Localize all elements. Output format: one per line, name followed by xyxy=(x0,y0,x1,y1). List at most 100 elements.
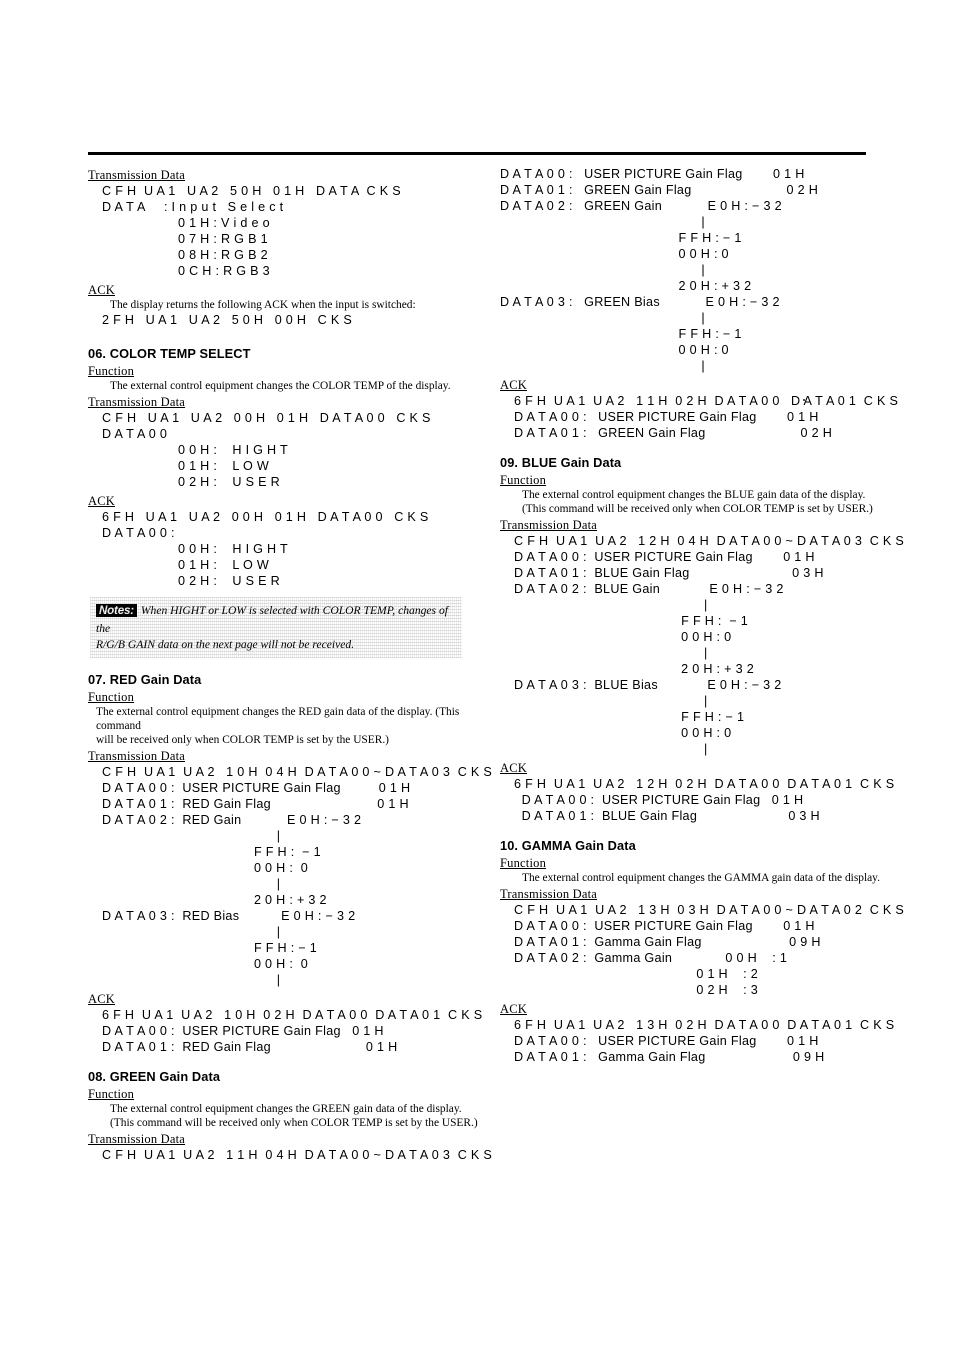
ack-line-07-1: D A T A 0 0 : USER PICTURE Gain Flag 0 1… xyxy=(102,1023,384,1038)
tx-line-09-0: C F H U A 1 U A 2 1 2 H 0 4 H D A T A 0 … xyxy=(514,534,905,548)
tx-line-06-3: 0 1 H : L O W xyxy=(102,459,270,473)
note-box: Notes: When HIGHT or LOW is selected wit… xyxy=(90,597,462,658)
tx-line-08c-14: | xyxy=(500,359,705,373)
function-desc-08-line2: (This command will be received only when… xyxy=(110,1116,478,1129)
section-heading-07: 07. RED Gain Data xyxy=(88,671,202,687)
left-column: Transmission Data C F H U A 1 U A 2 5 0 … xyxy=(88,168,492,1163)
header-rule xyxy=(88,152,866,155)
tx-line-09-7: F F H : − 1 xyxy=(514,614,749,628)
ack-line-06-2: 0 0 H : H I G H T xyxy=(102,542,289,556)
tx-line-05-0: C F H U A 1 U A 2 5 0 H 0 1 H D A T A C … xyxy=(102,184,401,198)
tx-line-09-13: F F H : − 1 xyxy=(514,710,745,724)
tx-line-09-5: D A T A 0 2 : BLUE Gain E 0 H : − 3 2 xyxy=(514,582,784,596)
tx-line-07-1: D A T A 0 0 : USER PICTURE Gain Flag 0 1… xyxy=(102,780,411,795)
function-desc-06: The external control equipment changes t… xyxy=(110,380,451,392)
tx-line-07-5: D A T A 0 2 : RED Gain E 0 H : − 3 2 xyxy=(102,812,362,827)
tx-line-06-1: D A T A 0 0 xyxy=(102,427,168,441)
right-column: D A T A 0 0 : USER PICTURE Gain Flag 0 1… xyxy=(500,166,905,1065)
tx-line-07-9: | xyxy=(102,876,281,891)
transmission-data-label-05: Transmission Data xyxy=(88,168,186,182)
function-label-06: Function xyxy=(88,364,135,378)
tx-line-08c-11: | xyxy=(500,311,705,325)
ack-line-06-1: D A T A 0 0 : xyxy=(102,526,175,540)
tx-line-07-3: D A T A 0 1 : RED Gain Flag 0 1 H xyxy=(102,796,409,811)
tx-line-07-6: | xyxy=(102,828,281,843)
tx-line-07-13: | xyxy=(102,924,281,939)
ack-line-09-2: D A T A 0 1 : BLUE Gain Flag 0 3 H xyxy=(514,809,820,823)
tx-line-09-11: D A T A 0 3 : BLUE Bias E 0 H : − 3 2 xyxy=(514,678,782,692)
tx-line-09-15: | xyxy=(514,742,708,756)
transmission-data-label-10: Transmission Data xyxy=(500,887,598,901)
section-heading-06: 06. COLOR TEMP SELECT xyxy=(88,346,251,361)
function-desc-07-line2: will be received only when COLOR TEMP is… xyxy=(96,733,389,746)
tx-line-08c-6: F F H : − 1 xyxy=(500,231,742,245)
ack-label-09: ACK xyxy=(500,761,527,775)
ack-line-07-3: D A T A 0 1 : RED Gain Flag 0 1 H xyxy=(102,1039,398,1054)
ack-line-06-3: 0 1 H : L O W xyxy=(102,558,270,572)
function-label-07: Function xyxy=(88,689,135,704)
ack-line-08-1: D A T A 0 0 : USER PICTURE Gain Flag 0 1… xyxy=(514,410,819,424)
ack-label-06: ACK xyxy=(88,494,115,508)
tx-line-08c-5: | xyxy=(500,215,705,229)
tx-line-09-9: | xyxy=(514,646,708,660)
transmission-data-label-08: Transmission Data xyxy=(88,1131,186,1146)
ack-line-08-0: 6 F H U A 1 U A 2 1 1 H 0 2 H D A T A 0 … xyxy=(514,394,899,408)
tx-line-08c-7: 0 0 H : 0 xyxy=(500,247,729,261)
section-heading-08: 08. GREEN Gain Data xyxy=(88,1068,221,1084)
ack-line-05: 2 F H U A 1 U A 2 5 0 H 0 0 H C K S xyxy=(102,313,353,327)
tx-line-07-7: F F H : − 1 xyxy=(102,844,321,859)
tx-line-10-2: D A T A 0 1 : Gamma Gain Flag 0 9 H xyxy=(514,935,821,949)
ack-line-06-0: 6 F H U A 1 U A 2 0 0 H 0 1 H D A T A 0 … xyxy=(102,510,429,524)
section-heading-09: 09. BLUE Gain Data xyxy=(500,455,622,470)
function-desc-10: The external control equipment changes t… xyxy=(522,872,880,884)
ack-label-10: ACK xyxy=(500,1002,527,1016)
tx-line-10-0: C F H U A 1 U A 2 1 3 H 0 3 H D A T A 0 … xyxy=(514,903,905,917)
ack-desc-05: The display returns the following ACK wh… xyxy=(110,299,416,311)
ack-line-09-0: 6 F H U A 1 U A 2 1 2 H 0 2 H D A T A 0 … xyxy=(514,777,895,791)
tx-line-08c-13: 0 0 H : 0 xyxy=(500,343,729,357)
note-text-line2: R/G/B GAIN data on the next page will no… xyxy=(96,638,355,651)
document-page: Transmission Data C F H U A 1 U A 2 5 0 … xyxy=(0,0,954,1349)
tx-line-08c-8: | xyxy=(500,263,705,277)
tx-line-06-4: 0 2 H : U S E R xyxy=(102,475,280,489)
section-heading-10: 10. GAMMA Gain Data xyxy=(500,838,636,853)
ack-line-10-1: D A T A 0 0 : USER PICTURE Gain Flag 0 1… xyxy=(514,1034,819,1048)
note-text: When HIGHT or LOW is selected with COLOR… xyxy=(96,604,448,635)
tx-line-05-4: 0 8 H : R G B 2 xyxy=(102,248,268,262)
ack-label-05: ACK xyxy=(88,283,115,297)
ack-line-10-2: D A T A 0 1 : Gamma Gain Flag 0 9 H xyxy=(514,1050,825,1064)
tx-line-07-15: 0 0 H : 0 xyxy=(102,956,309,971)
tx-line-08c-10: D A T A 0 3 : GREEN Bias E 0 H : − 3 2 xyxy=(500,295,780,309)
tx-line-05-3: 0 7 H : R G B 1 xyxy=(102,232,268,246)
function-desc-09-line2: (This command will be received only when… xyxy=(522,503,873,515)
function-desc-07-line1: The external control equipment changes t… xyxy=(96,705,460,732)
tx-line-08c-4: D A T A 0 2 : GREEN Gain E 0 H : − 3 2 xyxy=(500,199,782,213)
tx-line-07-12: D A T A 0 3 : RED Bias E 0 H : − 3 2 xyxy=(102,908,356,923)
tx-line-06-0: C F H U A 1 U A 2 0 0 H 0 1 H D A T A 0 … xyxy=(102,411,431,425)
ack-label-07: ACK xyxy=(88,991,115,1006)
tx-line-07-16: | xyxy=(102,972,281,987)
tx-line-08c-2: D A T A 0 1 : GREEN Gain Flag 0 2 H xyxy=(500,183,819,197)
function-label-08: Function xyxy=(88,1086,135,1101)
tx-line-07-14: F F H : − 1 xyxy=(102,940,318,955)
tx-line-09-14: 0 0 H : 0 xyxy=(514,726,732,740)
function-desc-08-line1: The external control equipment changes t… xyxy=(110,1102,462,1115)
ack-line-06-4: 0 2 H : U S E R xyxy=(102,574,280,588)
tx-line-08c-9: 2 0 H : + 3 2 xyxy=(500,279,752,293)
function-desc-09-line1: The external control equipment changes t… xyxy=(522,489,866,501)
tx-line-10-1: D A T A 0 0 : USER PICTURE Gain Flag 0 1… xyxy=(514,919,815,933)
ack-line-10-0: 6 F H U A 1 U A 2 1 3 H 0 2 H D A T A 0 … xyxy=(514,1018,895,1032)
function-label-10: Function xyxy=(500,856,547,870)
tx-line-09-12: | xyxy=(514,694,708,708)
tx-line-05-1: D A T A : I n p u t S e l e c t xyxy=(102,200,284,214)
tx-line-08c-12: F F H : − 1 xyxy=(500,327,742,341)
tx-line-10-5: 0 2 H : 3 xyxy=(514,983,759,997)
tx-line-10-4: 0 1 H : 2 xyxy=(514,967,759,981)
tx-line-07-10: 2 0 H : + 3 2 xyxy=(102,892,327,907)
note-label: Notes: xyxy=(96,604,137,617)
tx-line-09-10: 2 0 H : + 3 2 xyxy=(514,662,755,676)
tx-line-06-2: 0 0 H : H I G H T xyxy=(102,443,289,457)
ack-line-09-1: D A T A 0 0 : USER PICTURE Gain Flag 0 1… xyxy=(514,793,804,807)
transmission-data-label-09: Transmission Data xyxy=(500,518,598,532)
tx-line-05-2: 0 1 H : V i d e o xyxy=(102,216,270,230)
